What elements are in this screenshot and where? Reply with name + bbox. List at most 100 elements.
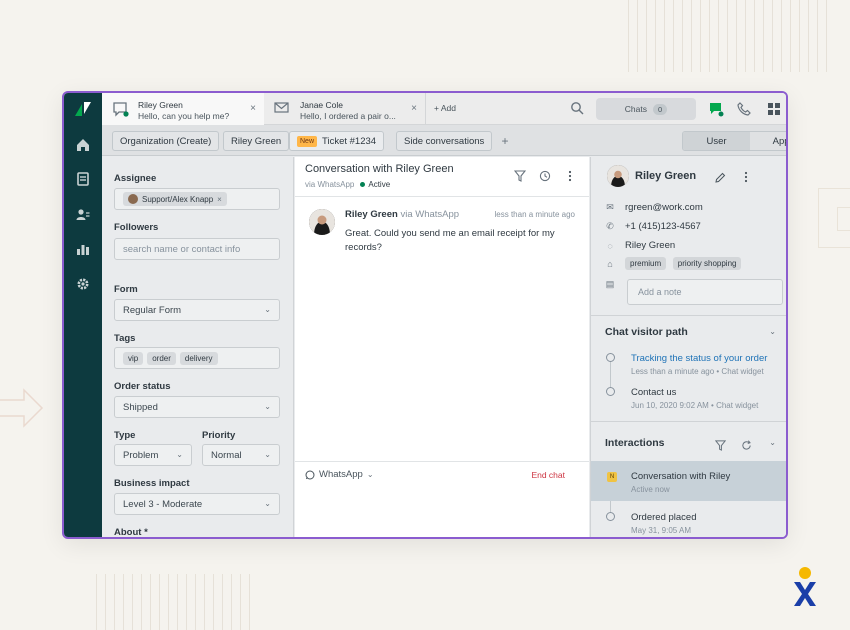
- tag-chip[interactable]: order: [147, 351, 176, 365]
- chats-button[interactable]: Chats 0: [596, 98, 696, 120]
- decorative-arrow: [0, 388, 44, 428]
- customer-phone[interactable]: +1 (415)123-4567: [625, 221, 701, 232]
- customer-avatar: [607, 165, 629, 187]
- close-icon[interactable]: ×: [250, 103, 256, 114]
- tab-preview: Hello, I ordered a pair o...: [300, 111, 396, 121]
- interaction-meta: Active now: [631, 485, 670, 494]
- tag-chip[interactable]: delivery: [179, 351, 218, 365]
- type-select[interactable]: Problem ⌄: [114, 444, 192, 466]
- conversation-panel: Conversation with Riley Green via WhatsA…: [295, 157, 589, 537]
- close-icon[interactable]: ×: [411, 103, 417, 114]
- active-dot-icon: [360, 182, 366, 188]
- filter-icon[interactable]: [714, 438, 727, 456]
- tags-row: ⌂ premium priority shopping: [605, 257, 745, 270]
- interaction-title[interactable]: Ordered placed: [631, 512, 696, 523]
- conversation-title: Conversation with Riley Green: [305, 163, 454, 175]
- end-chat-button[interactable]: End chat: [531, 470, 565, 480]
- tab-title: Janae Cole: [300, 100, 344, 110]
- visitor-path-link[interactable]: Tracking the status of your order: [631, 353, 767, 364]
- visitor-path-item: Contact us: [631, 387, 677, 398]
- brand-logo: [794, 567, 816, 606]
- message-author: Riley Green via WhatsApp: [345, 209, 459, 220]
- visitor-path-meta: Jun 10, 2020 9:02 AM • Chat widget: [631, 401, 759, 410]
- app-window: Riley Green Hello, can you help me? × Ja…: [62, 91, 788, 539]
- tab-janae-cole[interactable]: Janae Cole Hello, I ordered a pair o... …: [264, 93, 426, 125]
- followers-label: Followers: [114, 222, 159, 233]
- chevron-down-icon: ⌄: [264, 450, 271, 459]
- tab-bar: Riley Green Hello, can you help me? × Ja…: [102, 93, 786, 125]
- chats-count-badge: 0: [653, 103, 668, 115]
- order-status-select[interactable]: Shipped ⌄: [114, 396, 280, 418]
- chevron-down-icon[interactable]: ⌄: [769, 327, 776, 336]
- product-logo-icon[interactable]: [73, 99, 93, 119]
- breadcrumb-organization[interactable]: Organization (Create): [112, 131, 220, 151]
- filter-icon[interactable]: [513, 169, 527, 183]
- tags-field[interactable]: vip order delivery: [114, 347, 280, 369]
- add-note-input[interactable]: Add a note: [627, 279, 783, 305]
- phone-icon[interactable]: [734, 99, 754, 119]
- chevron-down-icon[interactable]: ⌄: [769, 438, 776, 447]
- assignee-chip[interactable]: Support/Alex Knapp ×: [123, 192, 227, 206]
- priority-select[interactable]: Normal ⌄: [202, 444, 280, 466]
- tags-label: Tags: [114, 333, 136, 344]
- add-side-conversation-button[interactable]: +: [495, 131, 515, 151]
- visitor-path-title: Chat visitor path: [605, 326, 688, 338]
- add-tab-button[interactable]: + Add: [434, 103, 456, 113]
- channel-selector[interactable]: WhatsApp ⌄: [305, 469, 374, 480]
- breadcrumb-user[interactable]: Riley Green: [223, 131, 290, 151]
- interaction-badge-icon: N: [607, 472, 617, 482]
- about-label: About *: [114, 527, 148, 538]
- timeline-dot: [606, 512, 615, 521]
- customer-whatsapp[interactable]: Riley Green: [625, 240, 675, 251]
- messaging-status-icon[interactable]: [706, 99, 726, 119]
- conversation-channel: via WhatsApp: [305, 180, 355, 189]
- timeline-line: [610, 357, 611, 391]
- customer-email[interactable]: rgreen@work.com: [625, 202, 703, 213]
- email-row: ✉ rgreen@work.com: [605, 202, 703, 213]
- interaction-title[interactable]: Conversation with Riley: [631, 471, 730, 482]
- assignee-value: Support/Alex Knapp: [142, 194, 214, 204]
- assignee-field[interactable]: Support/Alex Knapp ×: [114, 188, 280, 210]
- customer-tag[interactable]: premium: [625, 257, 667, 270]
- section-divider: [591, 315, 786, 316]
- whatsapp-row: ◌ Riley Green: [605, 240, 675, 251]
- refresh-icon[interactable]: [741, 438, 752, 456]
- ticket-properties-panel: Assignee Support/Alex Knapp × Followers …: [102, 157, 294, 537]
- customer-name[interactable]: Riley Green: [635, 170, 696, 182]
- decorative-lines-top: [628, 0, 827, 72]
- ticket-context-bar: Organization (Create) Riley Green New Ti…: [102, 125, 786, 156]
- more-options-icon[interactable]: [744, 170, 748, 188]
- tab-apps[interactable]: Apps: [750, 132, 786, 150]
- search-icon[interactable]: [570, 101, 586, 117]
- side-conversations-button[interactable]: Side conversations: [396, 131, 493, 151]
- followers-search-input[interactable]: search name or contact info: [114, 238, 280, 260]
- apps-grid-icon[interactable]: [764, 99, 784, 119]
- views-icon[interactable]: [73, 169, 93, 189]
- tag-icon: ⌂: [607, 258, 613, 269]
- history-icon[interactable]: [538, 169, 552, 183]
- edit-pencil-icon[interactable]: [715, 170, 726, 188]
- home-icon[interactable]: [73, 135, 93, 155]
- whatsapp-icon: ◌: [607, 240, 613, 251]
- type-label: Type: [114, 430, 136, 441]
- note-icon: ▤: [605, 278, 615, 289]
- more-options-icon[interactable]: [563, 169, 577, 183]
- settings-gear-icon[interactable]: [73, 274, 93, 294]
- customer-tag[interactable]: priority shopping: [672, 257, 742, 270]
- section-divider: [591, 421, 786, 422]
- business-impact-select[interactable]: Level 3 - Moderate ⌄: [114, 493, 280, 515]
- nav-rail: [64, 93, 102, 537]
- channel-label: WhatsApp: [319, 469, 363, 480]
- form-select[interactable]: Regular Form ⌄: [114, 299, 280, 321]
- reporting-icon[interactable]: [73, 239, 93, 259]
- user-apps-toggle: User Apps: [682, 131, 786, 151]
- form-value: Regular Form: [123, 304, 182, 316]
- type-value: Problem: [123, 449, 159, 461]
- breadcrumb-ticket[interactable]: New Ticket #1234: [289, 131, 385, 151]
- remove-assignee-icon[interactable]: ×: [217, 195, 222, 204]
- composer-divider: [295, 461, 589, 462]
- tag-chip[interactable]: vip: [123, 351, 144, 365]
- customers-icon[interactable]: [73, 205, 93, 225]
- tab-user[interactable]: User: [683, 132, 750, 150]
- tab-riley-green[interactable]: Riley Green Hello, can you help me? ×: [102, 93, 264, 125]
